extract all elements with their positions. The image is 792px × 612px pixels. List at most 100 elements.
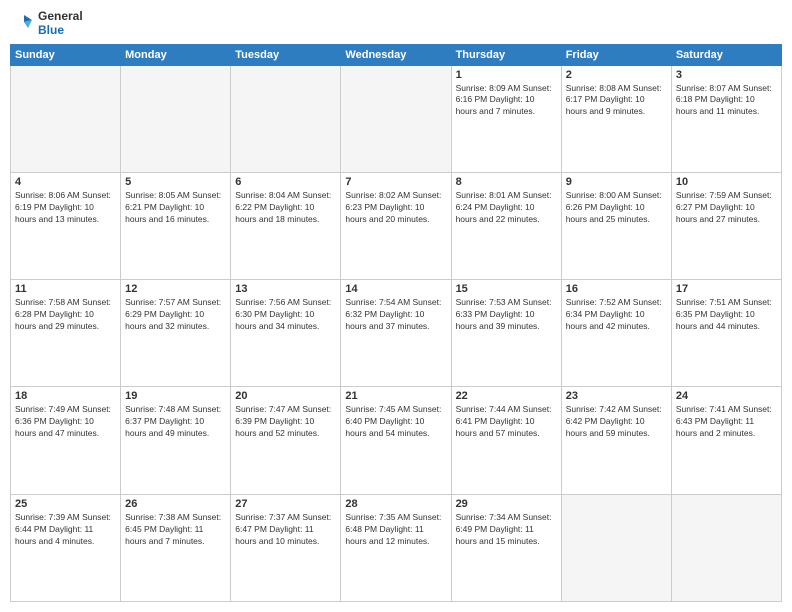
- calendar-cell: 12 Sunrise: 7:57 AM Sunset: 6:29 PM Dayli…: [121, 280, 231, 387]
- day-info: Sunrise: 7:45 AM Sunset: 6:40 PM Dayligh…: [345, 404, 446, 440]
- day-number: 22: [456, 390, 557, 402]
- day-info: Sunrise: 7:59 AM Sunset: 6:27 PM Dayligh…: [676, 190, 777, 226]
- weekday-header-sunday: Sunday: [11, 44, 121, 65]
- header: GeneralBlue: [10, 10, 782, 38]
- calendar-cell: [671, 494, 781, 601]
- day-info: Sunrise: 7:35 AM Sunset: 6:48 PM Dayligh…: [345, 512, 446, 548]
- calendar-cell: 13 Sunrise: 7:56 AM Sunset: 6:30 PM Dayli…: [231, 280, 341, 387]
- weekday-header-friday: Friday: [561, 44, 671, 65]
- calendar-week-3: 11 Sunrise: 7:58 AM Sunset: 6:28 PM Dayli…: [11, 280, 782, 387]
- day-number: 18: [15, 390, 116, 402]
- day-info: Sunrise: 8:05 AM Sunset: 6:21 PM Dayligh…: [125, 190, 226, 226]
- day-info: Sunrise: 7:58 AM Sunset: 6:28 PM Dayligh…: [15, 297, 116, 333]
- day-number: 26: [125, 498, 226, 510]
- calendar-cell: 17 Sunrise: 7:51 AM Sunset: 6:35 PM Dayli…: [671, 280, 781, 387]
- day-number: 13: [235, 283, 336, 295]
- calendar-cell: [561, 494, 671, 601]
- day-number: 15: [456, 283, 557, 295]
- calendar-cell: 2 Sunrise: 8:08 AM Sunset: 6:17 PM Daylig…: [561, 65, 671, 172]
- day-info: Sunrise: 7:57 AM Sunset: 6:29 PM Dayligh…: [125, 297, 226, 333]
- weekday-header-saturday: Saturday: [671, 44, 781, 65]
- calendar-cell: 23Sunrise: 7:42 AM Sunset: 6:42 PM Dayli…: [561, 387, 671, 494]
- day-info: Sunrise: 8:01 AM Sunset: 6:24 PM Dayligh…: [456, 190, 557, 226]
- day-number: 16: [566, 283, 667, 295]
- day-info: Sunrise: 8:06 AM Sunset: 6:19 PM Dayligh…: [15, 190, 116, 226]
- day-number: 17: [676, 283, 777, 295]
- day-number: 29: [456, 498, 557, 510]
- calendar-cell: 14 Sunrise: 7:54 AM Sunset: 6:32 PM Dayli…: [341, 280, 451, 387]
- day-info: Sunrise: 7:56 AM Sunset: 6:30 PM Dayligh…: [235, 297, 336, 333]
- calendar-cell: 26 Sunrise: 7:38 AM Sunset: 6:45 PM Dayli…: [121, 494, 231, 601]
- day-info: Sunrise: 7:34 AM Sunset: 6:49 PM Dayligh…: [456, 512, 557, 548]
- day-number: 28: [345, 498, 446, 510]
- calendar-cell: 1 Sunrise: 8:09 AM Sunset: 6:16 PM Daylig…: [451, 65, 561, 172]
- calendar-cell: 25 Sunrise: 7:39 AM Sunset: 6:44 PM Dayli…: [11, 494, 121, 601]
- calendar-cell: 6Sunrise: 8:04 AM Sunset: 6:22 PM Daylig…: [231, 172, 341, 279]
- calendar-cell: 29 Sunrise: 7:34 AM Sunset: 6:49 PM Dayli…: [451, 494, 561, 601]
- day-number: 11: [15, 283, 116, 295]
- calendar-cell: 27 Sunrise: 7:37 AM Sunset: 6:47 PM Dayli…: [231, 494, 341, 601]
- calendar-cell: 28 Sunrise: 7:35 AM Sunset: 6:48 PM Dayli…: [341, 494, 451, 601]
- calendar-week-2: 4 Sunrise: 8:06 AM Sunset: 6:19 PM Daylig…: [11, 172, 782, 279]
- day-number: 21: [345, 390, 446, 402]
- day-number: 9: [566, 176, 667, 188]
- day-info: Sunrise: 7:53 AM Sunset: 6:33 PM Dayligh…: [456, 297, 557, 333]
- calendar-cell: 4 Sunrise: 8:06 AM Sunset: 6:19 PM Daylig…: [11, 172, 121, 279]
- day-info: Sunrise: 7:37 AM Sunset: 6:47 PM Dayligh…: [235, 512, 336, 548]
- day-number: 7: [345, 176, 446, 188]
- calendar-cell: 3Sunrise: 8:07 AM Sunset: 6:18 PM Daylig…: [671, 65, 781, 172]
- calendar-cell: 19Sunrise: 7:48 AM Sunset: 6:37 PM Dayli…: [121, 387, 231, 494]
- day-info: Sunrise: 7:49 AM Sunset: 6:36 PM Dayligh…: [15, 404, 116, 440]
- day-number: 25: [15, 498, 116, 510]
- day-info: Sunrise: 7:39 AM Sunset: 6:44 PM Dayligh…: [15, 512, 116, 548]
- day-number: 5: [125, 176, 226, 188]
- calendar-cell: 11 Sunrise: 7:58 AM Sunset: 6:28 PM Dayli…: [11, 280, 121, 387]
- page: GeneralBlue SundayMondayTuesdayWednesday…: [0, 0, 792, 612]
- day-number: 14: [345, 283, 446, 295]
- day-number: 1: [456, 69, 557, 81]
- calendar-cell: [11, 65, 121, 172]
- day-info: Sunrise: 7:38 AM Sunset: 6:45 PM Dayligh…: [125, 512, 226, 548]
- calendar-cell: [121, 65, 231, 172]
- weekday-header-thursday: Thursday: [451, 44, 561, 65]
- calendar-cell: 9 Sunrise: 8:00 AM Sunset: 6:26 PM Daylig…: [561, 172, 671, 279]
- day-info: Sunrise: 7:44 AM Sunset: 6:41 PM Dayligh…: [456, 404, 557, 440]
- calendar-cell: 21 Sunrise: 7:45 AM Sunset: 6:40 PM Dayli…: [341, 387, 451, 494]
- calendar-cell: 18 Sunrise: 7:49 AM Sunset: 6:36 PM Dayli…: [11, 387, 121, 494]
- weekday-header-wednesday: Wednesday: [341, 44, 451, 65]
- day-info: Sunrise: 7:54 AM Sunset: 6:32 PM Dayligh…: [345, 297, 446, 333]
- day-info: Sunrise: 7:48 AM Sunset: 6:37 PM Dayligh…: [125, 404, 226, 440]
- day-number: 3: [676, 69, 777, 81]
- calendar-cell: 8Sunrise: 8:01 AM Sunset: 6:24 PM Daylig…: [451, 172, 561, 279]
- calendar-cell: [231, 65, 341, 172]
- calendar-cell: 16 Sunrise: 7:52 AM Sunset: 6:34 PM Dayli…: [561, 280, 671, 387]
- day-info: Sunrise: 8:09 AM Sunset: 6:16 PM Dayligh…: [456, 83, 557, 119]
- day-number: 10: [676, 176, 777, 188]
- day-info: Sunrise: 7:41 AM Sunset: 6:43 PM Dayligh…: [676, 404, 777, 440]
- calendar-week-5: 25 Sunrise: 7:39 AM Sunset: 6:44 PM Dayli…: [11, 494, 782, 601]
- calendar-week-4: 18 Sunrise: 7:49 AM Sunset: 6:36 PM Dayli…: [11, 387, 782, 494]
- calendar-cell: 7 Sunrise: 8:02 AM Sunset: 6:23 PM Daylig…: [341, 172, 451, 279]
- day-info: Sunrise: 7:42 AM Sunset: 6:42 PM Dayligh…: [566, 404, 667, 440]
- logo-icon: [10, 12, 34, 36]
- calendar-table: SundayMondayTuesdayWednesdayThursdayFrid…: [10, 44, 782, 602]
- day-number: 12: [125, 283, 226, 295]
- day-info: Sunrise: 8:00 AM Sunset: 6:26 PM Dayligh…: [566, 190, 667, 226]
- logo-general: General: [38, 10, 83, 24]
- day-number: 2: [566, 69, 667, 81]
- day-number: 27: [235, 498, 336, 510]
- weekday-header-row: SundayMondayTuesdayWednesdayThursdayFrid…: [11, 44, 782, 65]
- day-info: Sunrise: 7:51 AM Sunset: 6:35 PM Dayligh…: [676, 297, 777, 333]
- day-number: 4: [15, 176, 116, 188]
- logo-blue: Blue: [38, 24, 83, 38]
- day-info: Sunrise: 8:08 AM Sunset: 6:17 PM Dayligh…: [566, 83, 667, 119]
- weekday-header-tuesday: Tuesday: [231, 44, 341, 65]
- calendar-cell: 20Sunrise: 7:47 AM Sunset: 6:39 PM Dayli…: [231, 387, 341, 494]
- day-info: Sunrise: 8:02 AM Sunset: 6:23 PM Dayligh…: [345, 190, 446, 226]
- calendar-cell: 10 Sunrise: 7:59 AM Sunset: 6:27 PM Dayli…: [671, 172, 781, 279]
- calendar-cell: 5 Sunrise: 8:05 AM Sunset: 6:21 PM Daylig…: [121, 172, 231, 279]
- day-number: 6: [235, 176, 336, 188]
- logo: GeneralBlue: [10, 10, 83, 38]
- day-info: Sunrise: 7:52 AM Sunset: 6:34 PM Dayligh…: [566, 297, 667, 333]
- calendar-cell: 24Sunrise: 7:41 AM Sunset: 6:43 PM Dayli…: [671, 387, 781, 494]
